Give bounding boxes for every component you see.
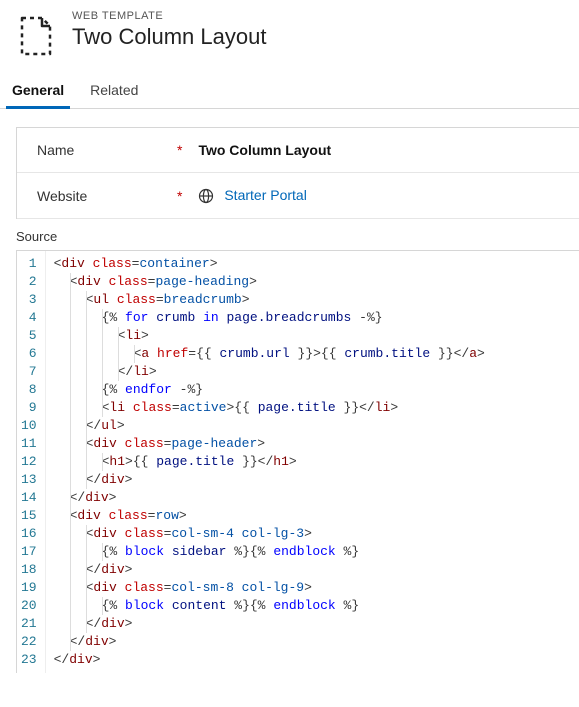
- source-label: Source: [0, 219, 579, 250]
- required-mark: *: [177, 188, 182, 204]
- field-row-name: Name * Two Column Layout: [17, 128, 579, 173]
- name-input[interactable]: Two Column Layout: [198, 142, 331, 158]
- form-card: Name * Two Column Layout Website * Start…: [16, 127, 579, 219]
- field-row-website: Website * Starter Portal: [17, 173, 579, 219]
- website-link[interactable]: Starter Portal: [224, 187, 306, 203]
- tab-general[interactable]: General: [8, 74, 68, 108]
- field-label-website: Website: [37, 188, 177, 204]
- header-eyebrow: WEB TEMPLATE: [72, 10, 266, 22]
- page-header: WEB TEMPLATE Two Column Layout: [0, 0, 579, 74]
- tab-bar: General Related: [0, 74, 579, 109]
- globe-icon: [198, 188, 214, 204]
- line-gutter: 1234567891011121314151617181920212223: [17, 251, 46, 673]
- required-mark: *: [177, 142, 182, 158]
- code-content[interactable]: <div class=container><div class=page-hea…: [46, 251, 579, 673]
- header-title: Two Column Layout: [72, 24, 266, 50]
- website-lookup[interactable]: Starter Portal: [198, 187, 306, 204]
- document-icon: [14, 14, 58, 58]
- tab-related[interactable]: Related: [86, 74, 142, 108]
- field-label-name: Name: [37, 142, 177, 158]
- source-editor[interactable]: 1234567891011121314151617181920212223 <d…: [16, 250, 579, 673]
